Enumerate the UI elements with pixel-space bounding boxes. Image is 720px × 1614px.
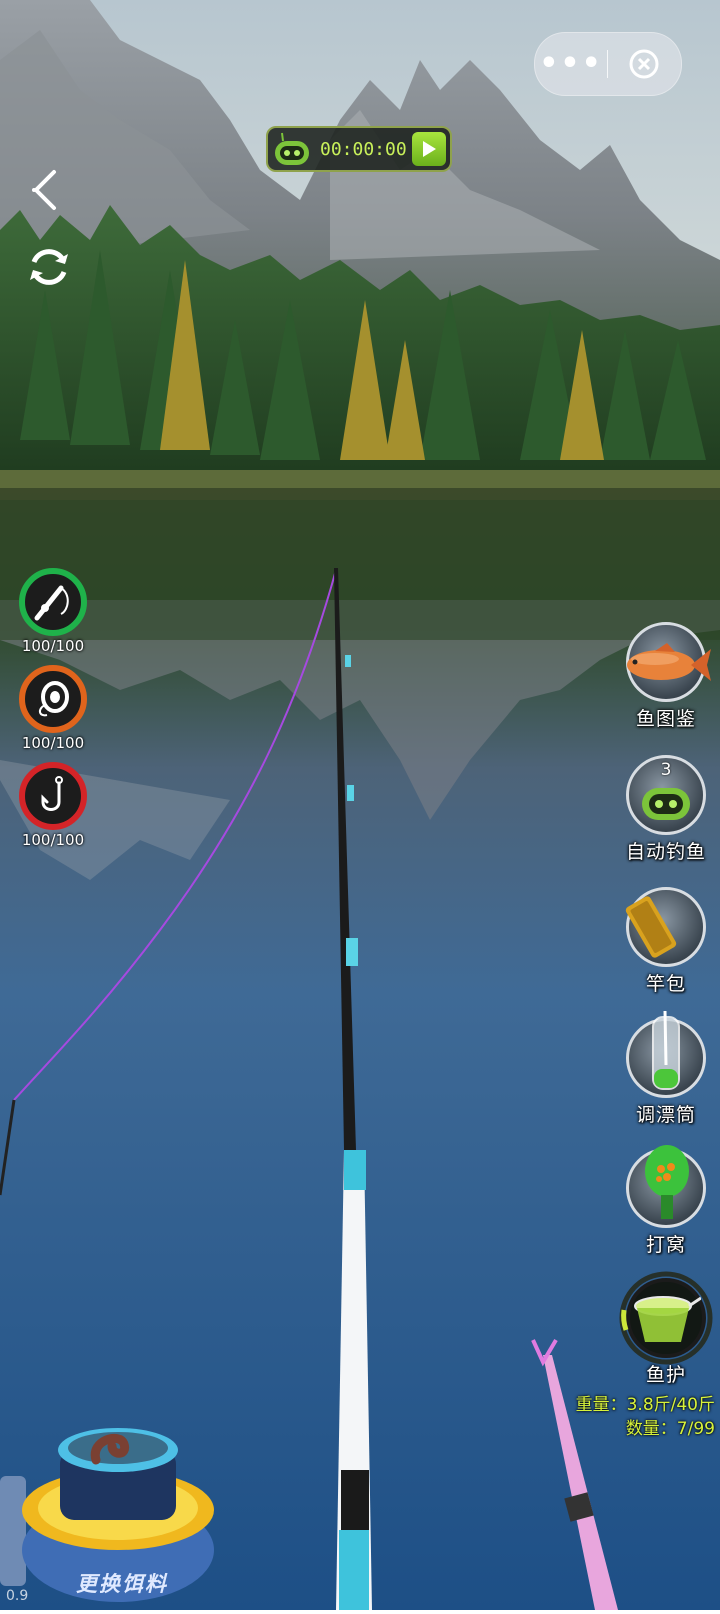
fishing-scene bbox=[0, 0, 720, 1610]
fishing-line-spool-icon bbox=[39, 681, 69, 717]
fish-guide-circle bbox=[626, 622, 711, 702]
fishing-rod-icon bbox=[34, 585, 69, 621]
close-button[interactable] bbox=[608, 47, 680, 81]
fish-guide-button[interactable]: 鱼图鉴 bbox=[616, 622, 716, 731]
back-button[interactable] bbox=[28, 168, 64, 216]
keepnet-circle bbox=[619, 1271, 713, 1365]
rod-bag-icon bbox=[625, 896, 677, 958]
gauge-ring bbox=[19, 665, 87, 733]
close-circle-icon bbox=[629, 49, 659, 79]
keepnet-count: 数量：7/99 bbox=[625, 1419, 715, 1439]
rod-bag-button[interactable]: 竿包 bbox=[616, 887, 716, 996]
robot-icon bbox=[275, 132, 309, 165]
timer-text: 00:00:00 bbox=[320, 138, 407, 160]
fish-net-icon bbox=[634, 1296, 701, 1342]
float-tube-button[interactable]: 调漂筒 bbox=[616, 1010, 716, 1127]
hook-durability-label: 100/100 bbox=[21, 831, 85, 849]
version-text: 0.9 bbox=[6, 1588, 29, 1604]
groundbait-label: 打窝 bbox=[645, 1234, 686, 1256]
keepnet-button[interactable]: 鱼护 bbox=[616, 1271, 716, 1387]
play-icon bbox=[423, 141, 436, 157]
fish-hook-icon bbox=[41, 776, 63, 811]
refresh-icon bbox=[30, 249, 68, 285]
miniprogram-capsule: ••• bbox=[534, 32, 682, 96]
float-tube-label: 调漂筒 bbox=[635, 1104, 696, 1126]
more-button[interactable]: ••• bbox=[535, 49, 607, 79]
keepnet-weight: 重量：3.8斤/40斤 bbox=[575, 1395, 715, 1415]
float-tube-circle bbox=[626, 1010, 706, 1098]
play-button[interactable] bbox=[412, 132, 446, 166]
float-tube-icon bbox=[652, 1010, 680, 1090]
chevron-left-icon bbox=[32, 170, 56, 210]
lake-background bbox=[0, 0, 720, 1610]
rod-durability-label: 100/100 bbox=[21, 637, 85, 655]
gauge-ring bbox=[19, 762, 87, 830]
auto-fishing-timer: 00:00:00 bbox=[266, 126, 452, 172]
groundbait-button[interactable]: 打窝 bbox=[616, 1145, 716, 1257]
line-durability-gauge[interactable]: 100/100 bbox=[16, 665, 90, 752]
line-durability-label: 100/100 bbox=[21, 734, 85, 752]
rod-durability-gauge[interactable]: 100/100 bbox=[16, 568, 90, 655]
bait-launcher-icon bbox=[645, 1145, 689, 1219]
auto-fishing-button[interactable]: 3 自动钓鱼 bbox=[616, 755, 716, 864]
groundbait-circle bbox=[626, 1145, 706, 1228]
rod-bag-label: 竿包 bbox=[645, 973, 686, 995]
hook-durability-gauge[interactable]: 100/100 bbox=[16, 762, 90, 849]
auto-fishing-circle: 3 bbox=[626, 755, 706, 835]
carp-fish-icon bbox=[627, 643, 711, 681]
rod-bag-circle bbox=[625, 887, 706, 967]
fish-guide-label: 鱼图鉴 bbox=[635, 708, 696, 730]
auto-fishing-label: 自动钓鱼 bbox=[625, 841, 706, 863]
refresh-button[interactable] bbox=[24, 242, 74, 296]
gauge-ring bbox=[19, 568, 87, 636]
bait-label: 更换饵料 bbox=[76, 1572, 168, 1596]
auto-fishing-count: 3 bbox=[660, 760, 672, 780]
robot-icon bbox=[642, 788, 690, 820]
